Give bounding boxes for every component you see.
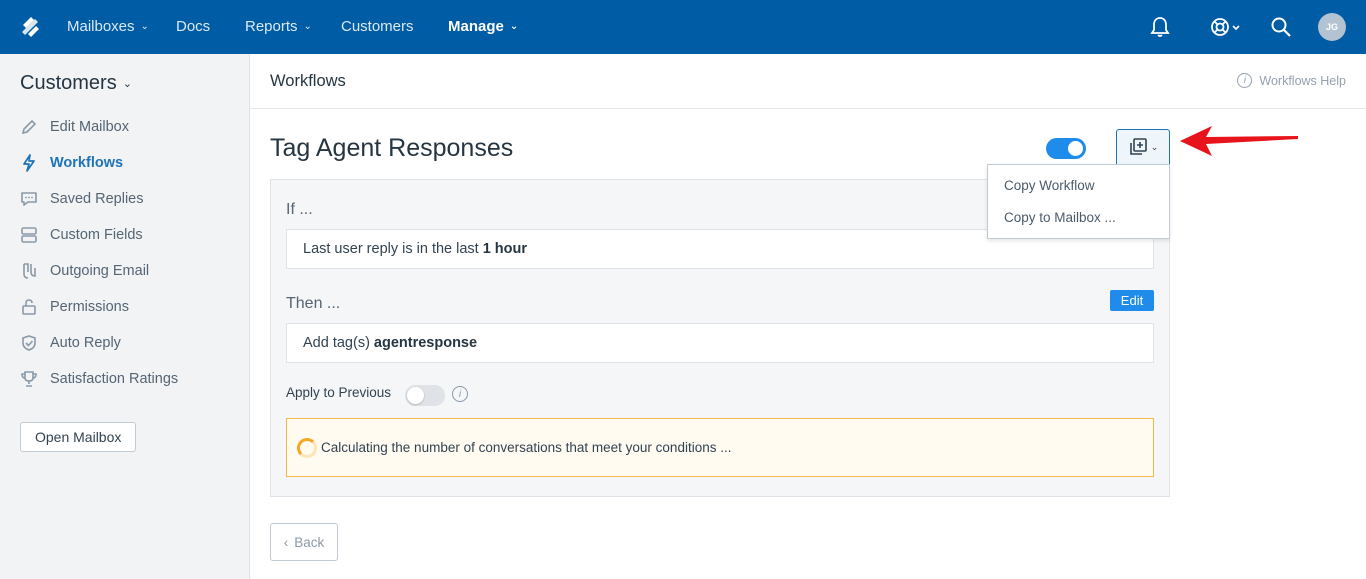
page-header: Workflows i Workflows Help (250, 54, 1366, 109)
nav-reports[interactable]: Reports ⌄ (245, 18, 312, 35)
nav-mailboxes[interactable]: Mailboxes ⌄ (67, 18, 149, 35)
sidebar-title[interactable]: Customers ⌄ (20, 72, 132, 95)
apply-to-previous-toggle[interactable] (405, 385, 445, 406)
helpscout-logo-icon[interactable] (20, 16, 42, 38)
annotation-arrow-icon (1180, 126, 1298, 156)
condition-text: Last user reply is in the last (303, 241, 479, 257)
chevron-left-icon: ‹ (283, 534, 289, 550)
fields-icon (20, 226, 38, 244)
calculating-notice: Calculating the number of conversations … (286, 418, 1154, 477)
workflow-enabled-toggle[interactable] (1046, 138, 1086, 159)
help-lifebuoy-icon[interactable] (1208, 15, 1242, 39)
sidebar-item-outgoing-email[interactable]: Outgoing Email (20, 262, 149, 280)
chevron-down-icon: ⌄ (303, 21, 312, 32)
sidebar-item-saved-replies[interactable]: Saved Replies (20, 190, 144, 208)
search-icon[interactable] (1269, 15, 1293, 39)
loading-spinner-icon (297, 437, 317, 458)
workflows-help-link[interactable]: i Workflows Help (1237, 73, 1346, 88)
lock-icon (20, 298, 38, 316)
workflow-title: Tag Agent Responses (270, 134, 514, 162)
chevron-down-icon: ⌄ (1150, 141, 1159, 152)
top-navigation-bar: Mailboxes ⌄ Docs Reports ⌄ Customers Manag… (0, 0, 1366, 54)
pencil-icon (20, 118, 38, 136)
back-button[interactable]: ‹ Back (270, 523, 338, 561)
sidebar-item-satisfaction-ratings[interactable]: Satisfaction Ratings (20, 370, 178, 388)
bell-icon[interactable] (1148, 15, 1172, 39)
copy-plus-icon (1129, 138, 1147, 155)
action-box: Add tag(s) agentresponse (286, 323, 1154, 363)
action-value: agentresponse (373, 335, 478, 351)
action-text: Add tag(s) (303, 335, 370, 351)
copy-dropdown-menu: Copy Workflow Copy to Mailbox ... (987, 164, 1170, 239)
sidebar-item-custom-fields[interactable]: Custom Fields (20, 226, 143, 244)
chevron-down-icon: ⌄ (122, 78, 132, 90)
info-icon: i (1237, 73, 1253, 88)
then-label: Then ... (286, 295, 341, 312)
sidebar-item-workflows[interactable]: Workflows (20, 154, 123, 172)
chevron-down-icon: ⌄ (509, 21, 519, 32)
info-icon[interactable]: i (452, 386, 468, 402)
nav-manage[interactable]: Manage ⌄ (448, 18, 518, 35)
nav-customers[interactable]: Customers (341, 18, 414, 35)
lightning-icon (20, 154, 38, 172)
page-title: Workflows (270, 72, 346, 90)
toggle-knob (1068, 141, 1083, 156)
outgoing-icon (20, 262, 38, 280)
condition-value: 1 hour (482, 241, 528, 257)
user-avatar[interactable]: JG (1318, 13, 1346, 41)
menu-item-copy-to-mailbox[interactable]: Copy to Mailbox ... (1004, 210, 1116, 225)
sidebar-item-edit-mailbox[interactable]: Edit Mailbox (20, 118, 129, 136)
toggle-knob (407, 387, 424, 404)
copy-workflow-menu-button[interactable]: ⌄ (1116, 129, 1170, 165)
sidebar: Customers ⌄ Edit Mailbox Workflows Saved … (0, 54, 250, 579)
nav-docs[interactable]: Docs (176, 18, 210, 35)
trophy-icon (20, 370, 38, 388)
shield-check-icon (20, 334, 38, 352)
calculating-text: Calculating the number of conversations … (321, 440, 732, 455)
chat-bubble-icon (20, 190, 38, 208)
apply-to-previous-label: Apply to Previous (286, 385, 392, 400)
sidebar-item-permissions[interactable]: Permissions (20, 298, 129, 316)
open-mailbox-button[interactable]: Open Mailbox (20, 422, 137, 452)
if-label: If ... (286, 201, 313, 218)
chevron-down-icon: ⌄ (140, 21, 149, 32)
menu-item-copy-workflow[interactable]: Copy Workflow (1004, 178, 1095, 193)
sidebar-item-auto-reply[interactable]: Auto Reply (20, 334, 121, 352)
edit-button[interactable]: Edit (1110, 290, 1154, 311)
